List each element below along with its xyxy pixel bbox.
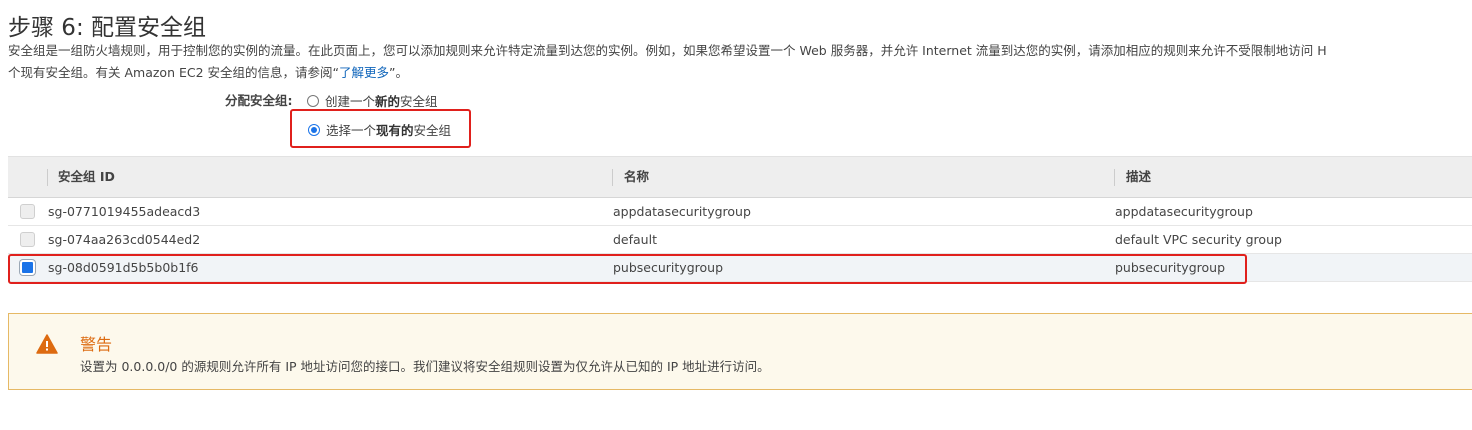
- description-line-2: 个现有安全组。有关 Amazon EC2 安全组的信息，请参阅“了解更多”。: [8, 62, 1472, 84]
- radio-existing-suffix: 安全组: [413, 123, 452, 138]
- cell-group-id: sg-0771019455adeacd3: [48, 204, 201, 219]
- cell-group-name: appdatasecuritygroup: [613, 204, 751, 219]
- cell-group-description: appdatasecuritygroup: [1115, 204, 1253, 219]
- radio-existing-prefix: 选择一个: [326, 123, 377, 138]
- warning-title: 警告: [80, 335, 113, 354]
- page-title: 步骤 6: 配置安全组: [8, 15, 207, 41]
- row-checkbox[interactable]: [20, 204, 35, 219]
- column-header-group-id[interactable]: 安全组 ID: [58, 157, 115, 197]
- cell-group-description: default VPC security group: [1115, 232, 1282, 247]
- column-divider[interactable]: [47, 169, 48, 186]
- warning-triangle-icon: [36, 334, 58, 354]
- learn-more-link[interactable]: 了解更多: [339, 65, 389, 80]
- warning-text: 设置为 0.0.0.0/0 的源规则允许所有 IP 地址访问您的接口。我们建议将…: [80, 359, 770, 374]
- page-description: 安全组是一组防火墙规则，用于控制您的实例的流量。在此页面上，您可以添加规则来允许…: [8, 40, 1472, 84]
- cell-group-name: default: [613, 232, 657, 247]
- description-line-2-prefix: 个现有安全组。有关 Amazon EC2 安全组的信息，请参阅“: [8, 65, 339, 80]
- description-line-1: 安全组是一组防火墙规则，用于控制您的实例的流量。在此页面上，您可以添加规则来允许…: [8, 43, 1327, 58]
- highlight-box-selected-row: [8, 254, 1247, 284]
- row-checkbox[interactable]: [20, 232, 35, 247]
- assign-security-group-label: 分配安全组:: [225, 93, 293, 108]
- radio-create-new-prefix: 创建一个: [325, 94, 376, 109]
- radio-create-new-bold: 新的: [375, 94, 401, 109]
- cell-group-id: sg-074aa263cd0544ed2: [48, 232, 201, 247]
- radio-select-existing-group[interactable]: 选择一个 现有的 安全组: [308, 120, 451, 139]
- column-header-description[interactable]: 描述: [1126, 157, 1151, 197]
- radio-create-new-suffix: 安全组: [400, 94, 438, 109]
- table-row[interactable]: sg-074aa263cd0544ed2 default default VPC…: [8, 226, 1472, 254]
- column-header-name[interactable]: 名称: [624, 157, 649, 197]
- radio-create-new-group[interactable]: 创建一个 新的 安全组: [307, 91, 438, 110]
- column-divider[interactable]: [612, 169, 613, 186]
- table-row[interactable]: sg-0771019455adeacd3 appdatasecuritygrou…: [8, 198, 1472, 226]
- table-header: 安全组 ID 名称 描述: [8, 156, 1472, 198]
- radio-button-checked[interactable]: [308, 123, 320, 136]
- warning-banner: 警告 设置为 0.0.0.0/0 的源规则允许所有 IP 地址访问您的接口。我们…: [8, 313, 1472, 390]
- description-line-2-suffix: ”。: [389, 65, 408, 80]
- radio-existing-bold: 现有的: [376, 123, 414, 138]
- radio-button-unchecked[interactable]: [307, 94, 319, 107]
- column-divider[interactable]: [1114, 169, 1115, 186]
